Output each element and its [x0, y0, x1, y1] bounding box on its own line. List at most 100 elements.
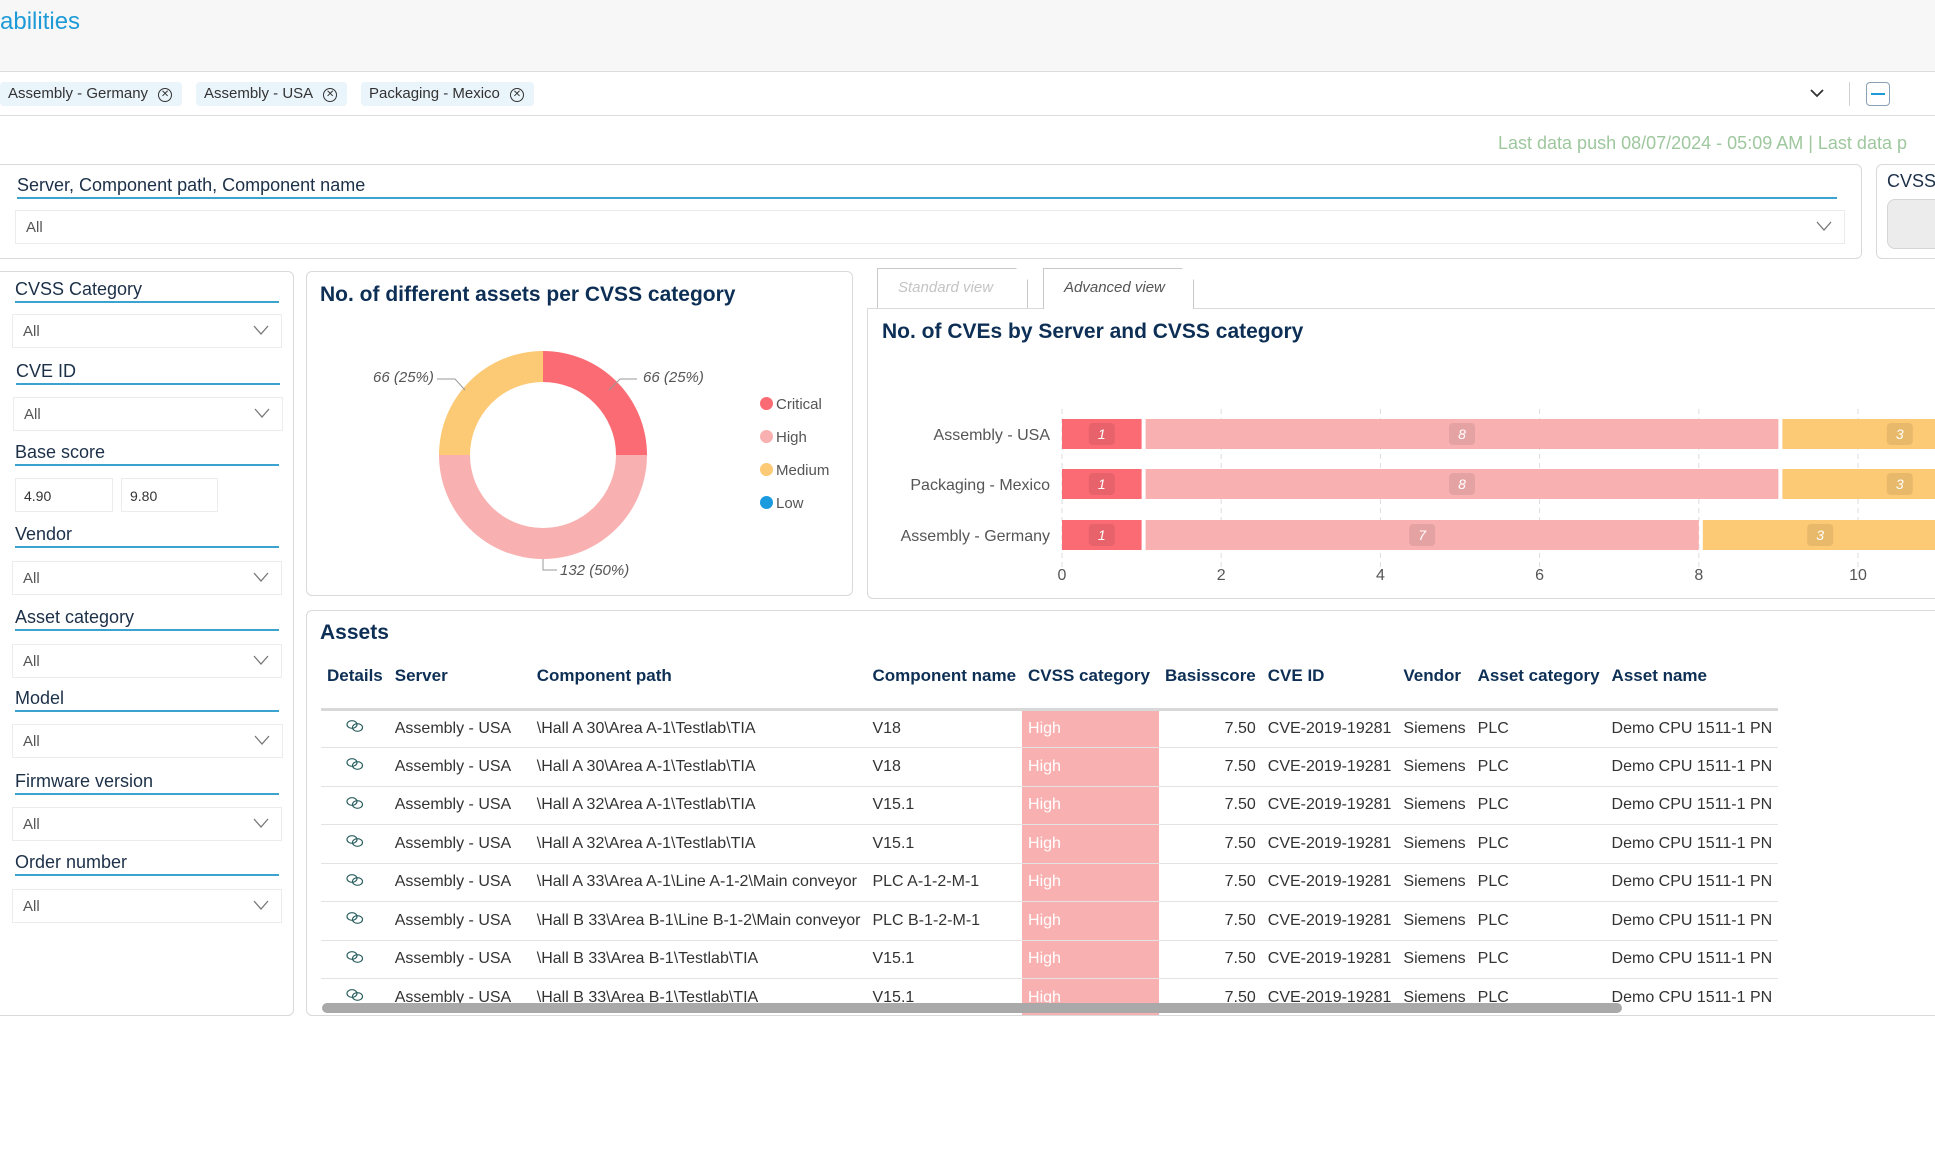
cvss-version-toggle[interactable]: [1887, 199, 1935, 249]
donut-label-high: 132 (50%): [560, 562, 630, 579]
table-row[interactable]: Assembly - USA \Hall B 33\Area B-1\Testla…: [321, 940, 1779, 979]
cve-id-cell: CVE-2019-19281: [1261, 747, 1398, 787]
legend-critical[interactable]: Critical: [760, 396, 822, 413]
asset-name-cell: Demo CPU 1511-1 PN: [1605, 747, 1779, 787]
base-score-max-input[interactable]: 9.80: [121, 478, 218, 512]
legend-high[interactable]: High: [760, 429, 807, 446]
cvss-version-panel: CVSS v: [1876, 164, 1935, 259]
vendor-cell: Siemens: [1397, 901, 1472, 941]
bar-chart: 0 2 4 6 8 10 Assembly - USA 1 8 3 Packaging - Mexi…: [901, 409, 1935, 584]
last-data-push-status: Last data push 08/07/2024 - 05:09 AM | L…: [1498, 133, 1907, 153]
x-tick-label: 8: [1694, 567, 1703, 584]
component-name-cell: PLC B-1-2-M-1: [866, 901, 1023, 941]
column-header-cve-id[interactable]: CVE ID: [1261, 657, 1398, 711]
donut-leader-line: [437, 378, 466, 391]
asset-category-cell: PLC: [1471, 786, 1606, 825]
asset-category-select[interactable]: All: [12, 644, 282, 678]
asset-name-cell: Demo CPU 1511-1 PN: [1605, 901, 1779, 941]
legend-dot: [760, 496, 773, 509]
link-icon[interactable]: [345, 988, 365, 1002]
column-header-details[interactable]: Details: [321, 657, 389, 711]
collapse-button[interactable]: [1866, 82, 1890, 106]
donut-slice-critical[interactable]: [543, 351, 647, 455]
asset-name-cell: Demo CPU 1511-1 PN: [1605, 863, 1779, 902]
column-header-asset-category[interactable]: Asset category: [1471, 657, 1606, 711]
table-row[interactable]: Assembly - USA \Hall A 32\Area A-1\Testla…: [321, 786, 1779, 825]
search-select-value: All: [26, 219, 43, 236]
bar-chart-panel: No. of CVEs by Server and CVSS category …: [867, 308, 1935, 599]
link-icon[interactable]: [345, 757, 365, 771]
component-name-cell: V15.1: [866, 824, 1023, 864]
column-header-vendor[interactable]: Vendor: [1397, 657, 1472, 711]
select-value: All: [23, 816, 40, 833]
tab-standard-view[interactable]: Standard view: [877, 268, 1028, 309]
cve-id-cell: CVE-2019-19281: [1261, 786, 1398, 825]
chevron-down-icon[interactable]: [1808, 84, 1826, 102]
column-header-basisscore[interactable]: Basisscore: [1159, 657, 1262, 711]
legend-label: Low: [776, 495, 804, 512]
vendor-select[interactable]: All: [12, 561, 282, 595]
table-row[interactable]: Assembly - USA \Hall A 30\Area A-1\Testla…: [321, 709, 1779, 748]
donut-slice-high[interactable]: [439, 455, 647, 559]
chip-label: Assembly - USA: [204, 85, 314, 102]
y-category-label: Assembly - Germany: [901, 528, 1050, 545]
tab-advanced-view[interactable]: Advanced view: [1043, 268, 1194, 309]
table-row[interactable]: Assembly - USA \Hall A 32\Area A-1\Testla…: [321, 824, 1779, 864]
cve-id-select[interactable]: All: [13, 397, 283, 431]
chevron-down-icon: [1816, 221, 1832, 231]
chevron-down-icon: [254, 408, 270, 418]
order-number-select[interactable]: All: [12, 889, 282, 923]
server-filter-chips: Assembly - Germany ✕ Assembly - USA ✕ Pack…: [0, 72, 1935, 116]
table-row[interactable]: Assembly - USA \Hall A 33\Area A-1\Line A…: [321, 863, 1779, 902]
link-icon[interactable]: [345, 911, 365, 925]
asset-category-cell: PLC: [1471, 824, 1606, 864]
link-icon[interactable]: [345, 873, 365, 887]
cvss-category-cell: High: [1022, 786, 1160, 825]
column-header-cvss-category[interactable]: CVSS category: [1022, 657, 1160, 711]
search-select[interactable]: All: [15, 210, 1845, 244]
assets-panel: Assets Details Server Component path Compon…: [306, 610, 1935, 1016]
divider: [1849, 82, 1850, 106]
component-path-cell: \Hall A 30\Area A-1\Testlab\TIA: [530, 709, 867, 748]
details-cell: [321, 824, 389, 864]
basisscore-cell: 7.50: [1159, 824, 1262, 864]
vendor-cell: Siemens: [1397, 709, 1472, 748]
column-header-server[interactable]: Server: [388, 657, 531, 711]
link-icon[interactable]: [345, 719, 365, 733]
link-icon[interactable]: [345, 834, 365, 848]
table-row[interactable]: Assembly - USA \Hall B 33\Area B-1\Line B…: [321, 901, 1779, 941]
chip-assembly-usa[interactable]: Assembly - USA ✕: [196, 82, 348, 106]
vendor-cell: Siemens: [1397, 747, 1472, 787]
column-header-component-path[interactable]: Component path: [530, 657, 867, 711]
chip-assembly-germany[interactable]: Assembly - Germany ✕: [0, 82, 183, 106]
basisscore-cell: 7.50: [1159, 709, 1262, 748]
legend-medium[interactable]: Medium: [760, 462, 829, 479]
table-row[interactable]: Assembly - USA \Hall A 30\Area A-1\Testla…: [321, 747, 1779, 787]
model-select[interactable]: All: [12, 724, 283, 758]
legend-label: Medium: [776, 462, 830, 479]
firmware-version-select[interactable]: All: [12, 807, 282, 841]
horizontal-scrollbar[interactable]: [322, 1003, 1622, 1013]
header-band: abilities: [0, 0, 1935, 72]
chip-packaging-mexico[interactable]: Packaging - Mexico ✕: [361, 82, 534, 106]
component-path-cell: \Hall B 33\Area B-1\Line B-1-2\Main conv…: [530, 901, 867, 941]
column-header-asset-name[interactable]: Asset name: [1605, 657, 1779, 711]
search-filter-label: Server, Component path, Component name: [17, 175, 1837, 199]
link-icon[interactable]: [345, 796, 365, 810]
link-icon[interactable]: [345, 950, 365, 964]
legend-low[interactable]: Low: [760, 495, 804, 512]
cvss-category-select[interactable]: All: [12, 314, 282, 348]
column-header-component-name[interactable]: Component name: [866, 657, 1023, 711]
remove-chip-icon[interactable]: ✕: [323, 88, 338, 102]
select-value: All: [23, 898, 40, 915]
vendor-cell: Siemens: [1397, 786, 1472, 825]
asset-category-cell: PLC: [1471, 863, 1606, 902]
asset-name-cell: Demo CPU 1511-1 PN: [1605, 940, 1779, 979]
donut-slice-medium[interactable]: [439, 351, 543, 455]
remove-chip-icon[interactable]: ✕: [158, 88, 173, 102]
base-score-min-input[interactable]: 4.90: [15, 478, 113, 512]
bar-value-label: 1: [1098, 476, 1106, 492]
details-cell: [321, 940, 389, 979]
remove-chip-icon[interactable]: ✕: [509, 88, 524, 102]
cvss-category-cell: High: [1022, 863, 1160, 902]
